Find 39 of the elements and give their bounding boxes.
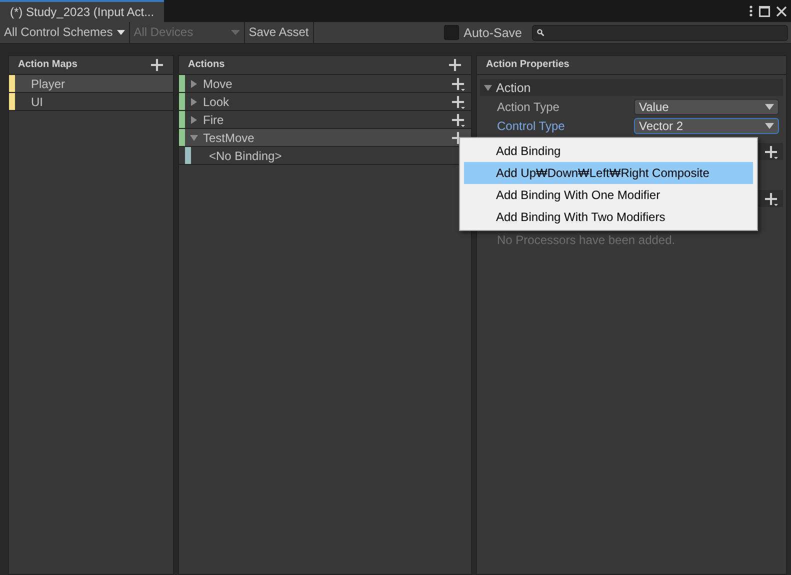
expanded-arrow-icon[interactable] [189, 132, 199, 142]
add-icon[interactable] [150, 58, 164, 72]
search-icon [537, 29, 544, 36]
checkbox[interactable] [444, 25, 459, 40]
add-icon[interactable] [764, 192, 778, 206]
maximize-icon[interactable] [759, 6, 770, 16]
panel-title: Actions [188, 58, 225, 72]
dropdown-arrow-icon [765, 104, 774, 110]
panel-title: Action Maps [18, 58, 78, 72]
more-options-icon[interactable] [749, 5, 753, 17]
add-icon[interactable] [451, 76, 465, 90]
save-asset-button[interactable]: Save Asset [244, 22, 314, 43]
window-tab[interactable]: (*) Study_2023 (Input Act... [0, 0, 164, 22]
close-icon[interactable] [776, 6, 787, 16]
add-icon[interactable] [451, 94, 465, 108]
dropdown-arrow-icon [230, 30, 240, 35]
control-scheme-dropdown[interactable]: All Control Schemes [0, 22, 130, 43]
field-label: Action Type [497, 100, 560, 114]
menu-item[interactable]: Add Binding With One Modifier [464, 184, 753, 206]
expanded-arrow-icon[interactable] [483, 82, 493, 92]
dropdown[interactable]: Vector 2 [634, 118, 779, 134]
dropdown[interactable]: Value [634, 98, 779, 114]
action-map-item[interactable]: UI [9, 93, 173, 111]
add-icon[interactable] [764, 144, 778, 158]
action-item[interactable]: Move [179, 75, 471, 93]
section-header[interactable]: Action [480, 79, 783, 96]
dropdown-arrow-icon [116, 30, 125, 35]
menu-item[interactable]: Add Binding With Two Modifiers [464, 206, 753, 228]
action-item[interactable]: TestMove [179, 129, 471, 147]
action-item[interactable]: Look [179, 93, 471, 111]
menu-item[interactable]: Add Up₩Down₩Left₩Right Composite [464, 162, 753, 184]
action-map-item[interactable]: Player [9, 75, 173, 93]
dropdown-arrow-icon [765, 122, 774, 128]
field-label: Control Type [497, 118, 566, 132]
search-field[interactable] [532, 24, 788, 40]
checkbox-label: Auto-Save [464, 26, 522, 40]
add-icon[interactable] [448, 58, 462, 72]
add-icon[interactable] [451, 112, 465, 126]
panel-title: Action Properties [486, 58, 570, 72]
